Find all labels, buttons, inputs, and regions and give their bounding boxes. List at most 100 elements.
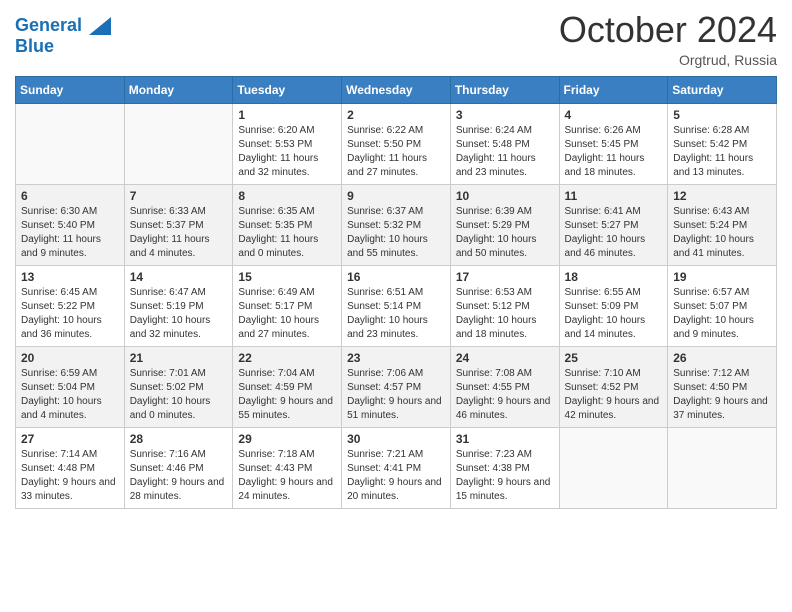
calendar-cell: 28 Sunrise: 7:16 AM Sunset: 4:46 PM Dayli…	[124, 427, 233, 508]
weekday-header: Friday	[559, 76, 668, 103]
day-number: 10	[456, 189, 554, 203]
day-info: Sunrise: 6:49 AM Sunset: 5:17 PM Dayligh…	[238, 286, 336, 342]
calendar-cell: 2Sunrise: 6:22 AM Sunset: 5:50 PM Daylig…	[342, 103, 451, 184]
calendar-cell: 12 Sunrise: 6:43 AM Sunset: 5:24 PM Dayli…	[668, 184, 777, 265]
day-number: 22	[238, 351, 336, 365]
day-info: Sunrise: 7:23 AM Sunset: 4:38 PM Dayligh…	[456, 448, 554, 504]
calendar-cell: 9 Sunrise: 6:37 AM Sunset: 5:32 PM Daylig…	[342, 184, 451, 265]
day-info: Sunrise: 7:12 AM Sunset: 4:50 PM Dayligh…	[673, 367, 771, 423]
day-number: 7	[130, 189, 228, 203]
location: Orgtrud, Russia	[559, 52, 777, 68]
day-number: 31	[456, 432, 554, 446]
logo: General Blue	[15, 15, 111, 56]
header: General Blue October 2024 Orgtrud, Russi…	[15, 10, 777, 68]
day-info: Sunrise: 6:26 AM Sunset: 5:45 PM Dayligh…	[565, 124, 663, 180]
day-info: Sunrise: 7:08 AM Sunset: 4:55 PM Dayligh…	[456, 367, 554, 423]
day-number: 28	[130, 432, 228, 446]
day-number: 16	[347, 270, 445, 284]
calendar-week-row: 20Sunrise: 6:59 AM Sunset: 5:04 PM Dayli…	[16, 346, 777, 427]
day-info: Sunrise: 6:41 AM Sunset: 5:27 PM Dayligh…	[565, 205, 663, 261]
day-number: 11	[565, 189, 663, 203]
day-number: 30	[347, 432, 445, 446]
weekday-header: Tuesday	[233, 76, 342, 103]
day-number: 8	[238, 189, 336, 203]
calendar-cell: 13 Sunrise: 6:45 AM Sunset: 5:22 PM Dayli…	[16, 265, 125, 346]
calendar-cell: 29Sunrise: 7:18 AM Sunset: 4:43 PM Dayli…	[233, 427, 342, 508]
day-info: Sunrise: 6:57 AM Sunset: 5:07 PM Dayligh…	[673, 286, 771, 342]
day-number: 5	[673, 108, 771, 122]
day-info: Sunrise: 6:55 AM Sunset: 5:09 PM Dayligh…	[565, 286, 663, 342]
calendar-cell: 16 Sunrise: 6:51 AM Sunset: 5:14 PM Dayli…	[342, 265, 451, 346]
calendar-cell: 17Sunrise: 6:53 AM Sunset: 5:12 PM Dayli…	[450, 265, 559, 346]
day-info: Sunrise: 6:59 AM Sunset: 5:04 PM Dayligh…	[21, 367, 119, 423]
calendar-cell: 8 Sunrise: 6:35 AM Sunset: 5:35 PM Daylig…	[233, 184, 342, 265]
calendar-week-row: 1 Sunrise: 6:20 AM Sunset: 5:53 PM Daylig…	[16, 103, 777, 184]
day-info: Sunrise: 6:47 AM Sunset: 5:19 PM Dayligh…	[130, 286, 228, 342]
day-number: 3	[456, 108, 554, 122]
calendar-cell: 4 Sunrise: 6:26 AM Sunset: 5:45 PM Daylig…	[559, 103, 668, 184]
calendar-cell: 21 Sunrise: 7:01 AM Sunset: 5:02 PM Dayli…	[124, 346, 233, 427]
day-info: Sunrise: 7:18 AM Sunset: 4:43 PM Dayligh…	[238, 448, 336, 504]
day-info: Sunrise: 6:37 AM Sunset: 5:32 PM Dayligh…	[347, 205, 445, 261]
day-info: Sunrise: 6:39 AM Sunset: 5:29 PM Dayligh…	[456, 205, 554, 261]
day-info: Sunrise: 6:20 AM Sunset: 5:53 PM Dayligh…	[238, 124, 336, 180]
day-number: 13	[21, 270, 119, 284]
day-info: Sunrise: 6:35 AM Sunset: 5:35 PM Dayligh…	[238, 205, 336, 261]
day-info: Sunrise: 7:06 AM Sunset: 4:57 PM Dayligh…	[347, 367, 445, 423]
day-info: Sunrise: 7:14 AM Sunset: 4:48 PM Dayligh…	[21, 448, 119, 504]
calendar-cell: 5 Sunrise: 6:28 AM Sunset: 5:42 PM Daylig…	[668, 103, 777, 184]
day-number: 12	[673, 189, 771, 203]
page: General Blue October 2024 Orgtrud, Russi…	[0, 0, 792, 524]
calendar: SundayMondayTuesdayWednesdayThursdayFrid…	[15, 76, 777, 509]
day-number: 18	[565, 270, 663, 284]
calendar-cell: 1 Sunrise: 6:20 AM Sunset: 5:53 PM Daylig…	[233, 103, 342, 184]
calendar-cell: 23 Sunrise: 7:06 AM Sunset: 4:57 PM Dayli…	[342, 346, 451, 427]
calendar-cell: 27 Sunrise: 7:14 AM Sunset: 4:48 PM Dayli…	[16, 427, 125, 508]
calendar-cell: 22 Sunrise: 7:04 AM Sunset: 4:59 PM Dayli…	[233, 346, 342, 427]
day-info: Sunrise: 6:53 AM Sunset: 5:12 PM Dayligh…	[456, 286, 554, 342]
day-info: Sunrise: 6:28 AM Sunset: 5:42 PM Dayligh…	[673, 124, 771, 180]
day-number: 6	[21, 189, 119, 203]
logo-text: General	[15, 15, 111, 36]
day-info: Sunrise: 6:30 AM Sunset: 5:40 PM Dayligh…	[21, 205, 119, 261]
calendar-cell: 20Sunrise: 6:59 AM Sunset: 5:04 PM Dayli…	[16, 346, 125, 427]
day-info: Sunrise: 7:16 AM Sunset: 4:46 PM Dayligh…	[130, 448, 228, 504]
calendar-cell: 14 Sunrise: 6:47 AM Sunset: 5:19 PM Dayli…	[124, 265, 233, 346]
calendar-cell: 18 Sunrise: 6:55 AM Sunset: 5:09 PM Dayli…	[559, 265, 668, 346]
weekday-header-row: SundayMondayTuesdayWednesdayThursdayFrid…	[16, 76, 777, 103]
day-number: 27	[21, 432, 119, 446]
weekday-header: Thursday	[450, 76, 559, 103]
calendar-cell: 19 Sunrise: 6:57 AM Sunset: 5:07 PM Dayli…	[668, 265, 777, 346]
day-info: Sunrise: 6:24 AM Sunset: 5:48 PM Dayligh…	[456, 124, 554, 180]
logo-icon	[89, 17, 111, 35]
day-number: 4	[565, 108, 663, 122]
day-number: 19	[673, 270, 771, 284]
day-number: 9	[347, 189, 445, 203]
weekday-header: Monday	[124, 76, 233, 103]
calendar-cell	[559, 427, 668, 508]
logo-blue: Blue	[15, 36, 111, 57]
calendar-week-row: 6 Sunrise: 6:30 AM Sunset: 5:40 PM Daylig…	[16, 184, 777, 265]
day-info: Sunrise: 7:04 AM Sunset: 4:59 PM Dayligh…	[238, 367, 336, 423]
calendar-cell: 10 Sunrise: 6:39 AM Sunset: 5:29 PM Dayli…	[450, 184, 559, 265]
calendar-week-row: 27 Sunrise: 7:14 AM Sunset: 4:48 PM Dayli…	[16, 427, 777, 508]
calendar-cell: 25Sunrise: 7:10 AM Sunset: 4:52 PM Dayli…	[559, 346, 668, 427]
day-number: 23	[347, 351, 445, 365]
day-number: 21	[130, 351, 228, 365]
day-number: 25	[565, 351, 663, 365]
weekday-header: Saturday	[668, 76, 777, 103]
calendar-cell: 11 Sunrise: 6:41 AM Sunset: 5:27 PM Dayli…	[559, 184, 668, 265]
weekday-header: Sunday	[16, 76, 125, 103]
day-info: Sunrise: 7:01 AM Sunset: 5:02 PM Dayligh…	[130, 367, 228, 423]
calendar-cell: 15Sunrise: 6:49 AM Sunset: 5:17 PM Dayli…	[233, 265, 342, 346]
calendar-week-row: 13 Sunrise: 6:45 AM Sunset: 5:22 PM Dayli…	[16, 265, 777, 346]
day-number: 1	[238, 108, 336, 122]
day-number: 14	[130, 270, 228, 284]
calendar-cell: 30Sunrise: 7:21 AM Sunset: 4:41 PM Dayli…	[342, 427, 451, 508]
day-number: 24	[456, 351, 554, 365]
day-info: Sunrise: 6:45 AM Sunset: 5:22 PM Dayligh…	[21, 286, 119, 342]
month-title: October 2024	[559, 10, 777, 50]
day-info: Sunrise: 6:43 AM Sunset: 5:24 PM Dayligh…	[673, 205, 771, 261]
day-number: 26	[673, 351, 771, 365]
day-info: Sunrise: 6:51 AM Sunset: 5:14 PM Dayligh…	[347, 286, 445, 342]
